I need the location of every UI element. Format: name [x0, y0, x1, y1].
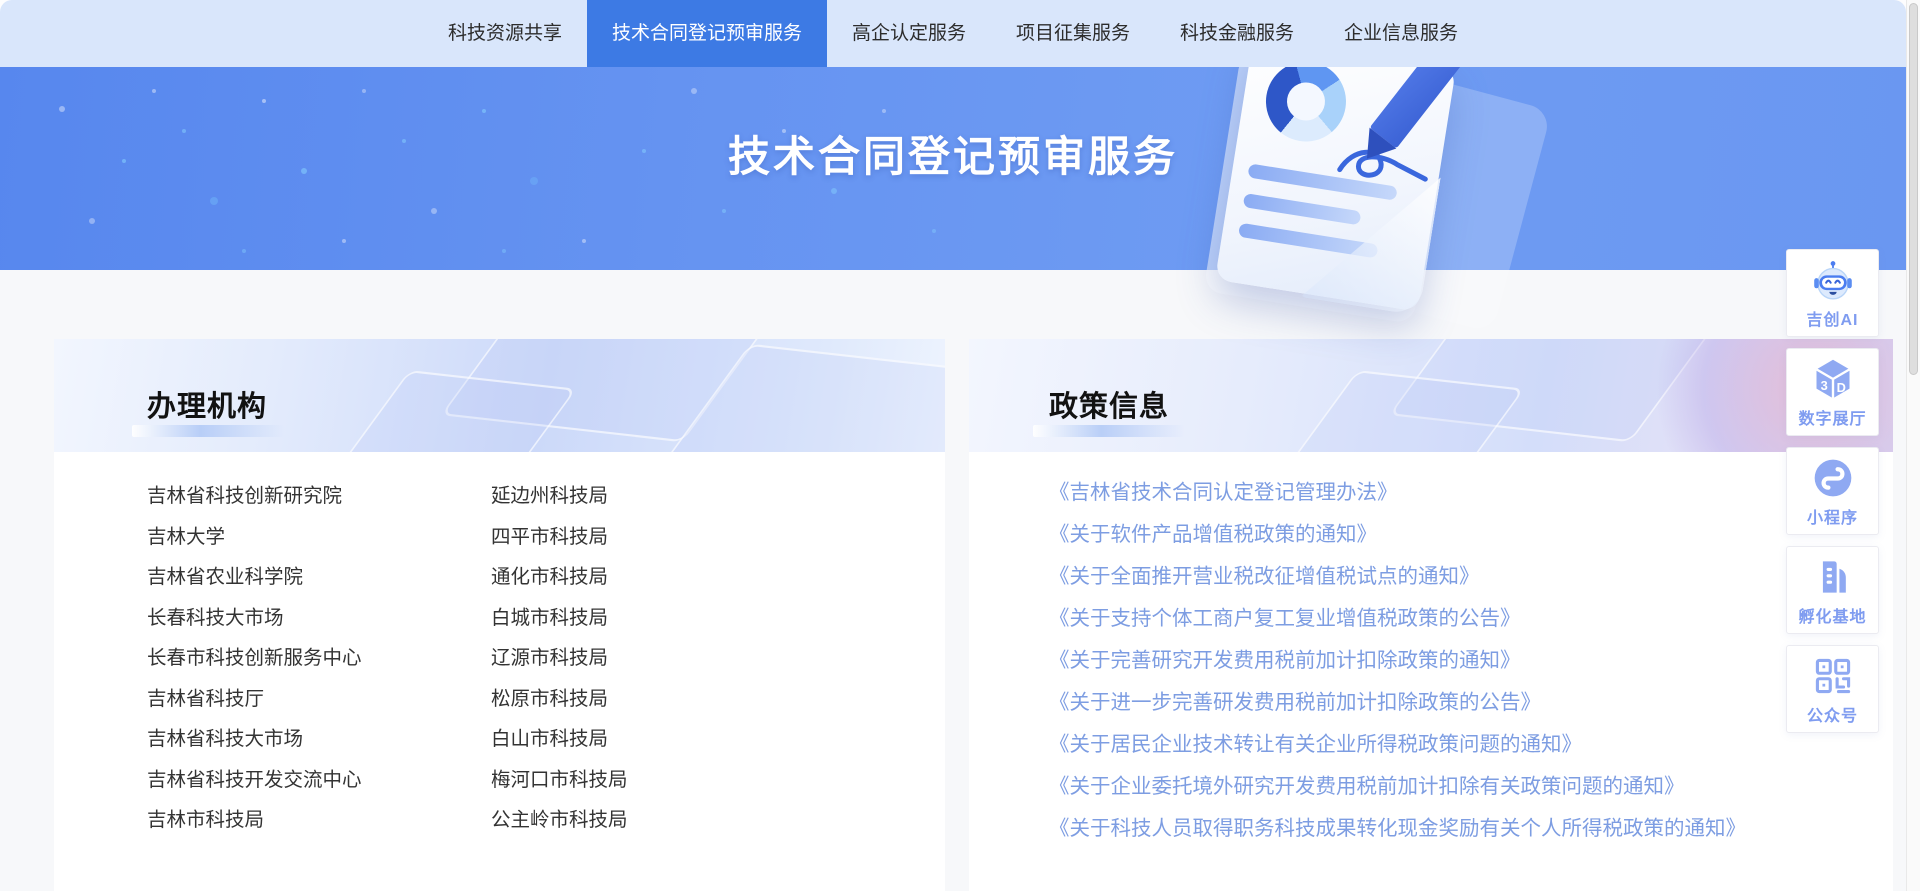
policy-link[interactable]: 《关于居民企业技术转让有关企业所得税政策问题的通知》	[1049, 734, 1582, 756]
toolbar-official-account[interactable]: 公众号	[1786, 645, 1879, 733]
toolbar-item-label: 吉创AI	[1806, 306, 1858, 330]
tab-high-tech-enterprise[interactable]: 高企认定服务	[827, 0, 991, 67]
institutions-panel: 办理机构 吉林省科技创新研究院 吉林大学 吉林省农业科学院 长春科技大市场 长春…	[54, 339, 945, 891]
page-title: 技术合同登记预审服务	[0, 123, 1906, 184]
institution-item[interactable]: 长春科技大市场	[147, 598, 491, 639]
page: 科技资源共享 技术合同登记预审服务 高企认定服务 项目征集服务 科技金融服务 企…	[0, 0, 1920, 891]
toolbar-jichuang-ai[interactable]: 吉创AI	[1786, 249, 1879, 337]
qr-code-icon	[1810, 653, 1856, 699]
scrollbar-thumb[interactable]	[1909, 3, 1918, 375]
institution-item[interactable]: 吉林省科技厅	[147, 679, 491, 720]
contract-illustration	[1205, 21, 1515, 331]
institution-item[interactable]: 吉林大学	[147, 517, 491, 558]
text-line	[1243, 193, 1362, 225]
tab-project-collection[interactable]: 项目征集服务	[991, 0, 1155, 67]
tab-tech-contract-registration[interactable]: 技术合同登记预审服务	[587, 0, 827, 67]
floating-toolbar: 吉创AI 3 D 数字展厅 小程序	[1786, 249, 1879, 733]
tab-enterprise-info[interactable]: 企业信息服务	[1319, 0, 1483, 67]
tab-tech-finance[interactable]: 科技金融服务	[1155, 0, 1319, 67]
hero-banner: 技术合同登记预审服务	[0, 67, 1906, 270]
building-icon	[1810, 554, 1856, 600]
institution-item[interactable]: 四平市科技局	[491, 517, 835, 558]
institution-item[interactable]: 吉林省科技大市场	[147, 719, 491, 760]
institutions-header: 办理机构	[54, 339, 945, 452]
list-item: 《关于企业委托境外研究开发费用税前加计扣除有关政策问题的通知》	[1049, 766, 1746, 808]
top-nav: 科技资源共享 技术合同登记预审服务 高企认定服务 项目征集服务 科技金融服务 企…	[0, 0, 1906, 67]
policy-link[interactable]: 《关于全面推开营业税改征增值税试点的通知》	[1049, 566, 1480, 588]
policy-link[interactable]: 《关于企业委托境外研究开发费用税前加计扣除有关政策问题的通知》	[1049, 776, 1685, 798]
tab-tech-resource-sharing[interactable]: 科技资源共享	[423, 0, 587, 67]
institution-item[interactable]: 白山市科技局	[491, 719, 835, 760]
robot-icon	[1810, 257, 1856, 303]
list-item: 《关于居民企业技术转让有关企业所得税政策问题的通知》	[1049, 724, 1746, 766]
list-item: 《吉林省技术合同认定登记管理办法》	[1049, 472, 1746, 514]
toolbar-item-label: 公众号	[1807, 702, 1858, 726]
toolbar-mini-program[interactable]: 小程序	[1786, 447, 1879, 535]
policies-panel: 政策信息 《吉林省技术合同认定登记管理办法》 《关于软件产品增值税政策的通知》 …	[969, 339, 1893, 891]
institution-item[interactable]: 梅河口市科技局	[491, 760, 835, 801]
svg-text:3: 3	[1820, 378, 1827, 393]
toolbar-item-label: 孵化基地	[1798, 603, 1866, 627]
title-underline	[1033, 425, 1185, 437]
policy-link[interactable]: 《关于支持个体工商户复工复业增值税政策的公告》	[1049, 608, 1521, 630]
institution-item[interactable]: 辽源市科技局	[491, 638, 835, 679]
scrollbar-track[interactable]	[1906, 0, 1920, 891]
policy-link[interactable]: 《关于完善研究开发费用税前加计扣除政策的通知》	[1049, 650, 1521, 672]
institution-item[interactable]: 通化市科技局	[491, 557, 835, 598]
institution-item[interactable]: 松原市科技局	[491, 679, 835, 720]
title-underline	[132, 425, 284, 437]
list-item: 《关于支持个体工商户复工复业增值税政策的公告》	[1049, 598, 1746, 640]
particle-dots	[0, 67, 4, 71]
institution-item[interactable]: 延边州科技局	[491, 476, 835, 517]
toolbar-item-label: 小程序	[1807, 504, 1858, 528]
institutions-list: 吉林省科技创新研究院 吉林大学 吉林省农业科学院 长春科技大市场 长春市科技创新…	[147, 476, 835, 841]
3d-cube-icon: 3 D	[1810, 356, 1856, 402]
institution-item[interactable]: 吉林省科技创新研究院	[147, 476, 491, 517]
policies-header: 政策信息	[969, 339, 1893, 452]
list-item: 《关于科技人员取得职务科技成果转化现金奖励有关个人所得税政策的通知》	[1049, 808, 1746, 850]
miniprogram-icon	[1810, 455, 1856, 501]
institution-item[interactable]: 吉林省科技开发交流中心	[147, 760, 491, 801]
toolbar-incubator-base[interactable]: 孵化基地	[1786, 546, 1879, 634]
list-item: 《关于进一步完善研发费用税前加计扣除政策的公告》	[1049, 682, 1746, 724]
list-item: 《关于软件产品增值税政策的通知》	[1049, 514, 1746, 556]
list-item: 《关于完善研究开发费用税前加计扣除政策的通知》	[1049, 640, 1746, 682]
policy-link[interactable]: 《关于软件产品增值税政策的通知》	[1049, 524, 1377, 546]
toolbar-digital-hall[interactable]: 3 D 数字展厅	[1786, 348, 1879, 436]
institution-item[interactable]: 长春市科技创新服务中心	[147, 638, 491, 679]
institutions-column-1: 吉林省科技创新研究院 吉林大学 吉林省农业科学院 长春科技大市场 长春市科技创新…	[147, 476, 491, 841]
policy-link[interactable]: 《关于科技人员取得职务科技成果转化现金奖励有关个人所得税政策的通知》	[1049, 818, 1746, 840]
policy-link[interactable]: 《关于进一步完善研发费用税前加计扣除政策的公告》	[1049, 692, 1541, 714]
institution-item[interactable]: 公主岭市科技局	[491, 800, 835, 841]
institutions-column-2: 延边州科技局 四平市科技局 通化市科技局 白城市科技局 辽源市科技局 松原市科技…	[491, 476, 835, 841]
policy-list: 《吉林省技术合同认定登记管理办法》 《关于软件产品增值税政策的通知》 《关于全面…	[1049, 472, 1746, 850]
donut-chart-icon	[1260, 56, 1352, 148]
svg-text:D: D	[1836, 379, 1845, 394]
policy-link[interactable]: 《吉林省技术合同认定登记管理办法》	[1049, 482, 1398, 504]
institution-item[interactable]: 白城市科技局	[491, 598, 835, 639]
institutions-title: 办理机构	[147, 383, 267, 425]
policies-title: 政策信息	[1049, 383, 1169, 425]
toolbar-item-label: 数字展厅	[1798, 405, 1866, 429]
institution-item[interactable]: 吉林市科技局	[147, 800, 491, 841]
list-item: 《关于全面推开营业税改征增值税试点的通知》	[1049, 556, 1746, 598]
institution-item[interactable]: 吉林省农业科学院	[147, 557, 491, 598]
